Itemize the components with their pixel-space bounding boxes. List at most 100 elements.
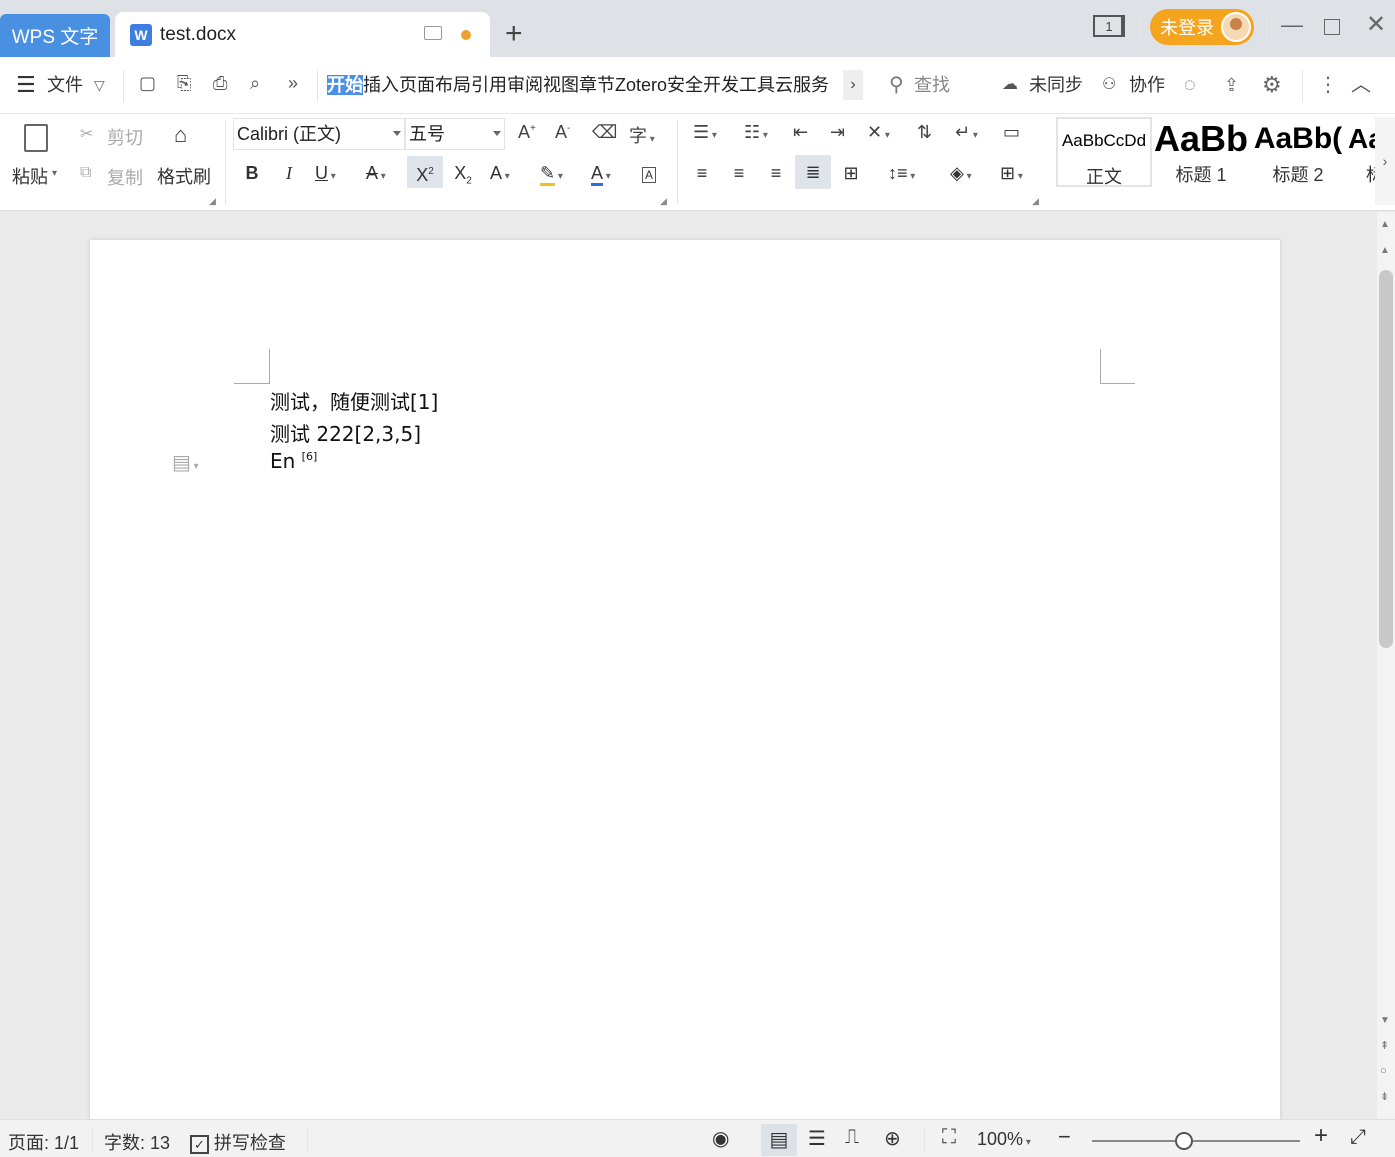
align-left-icon[interactable]: ≡ bbox=[693, 158, 711, 188]
sort-icon[interactable]: ⇅ bbox=[917, 122, 932, 143]
font-size-select[interactable]: 五号 bbox=[405, 118, 505, 150]
new-tab-button[interactable]: + bbox=[505, 17, 523, 51]
tab-home[interactable]: 开始 bbox=[327, 75, 363, 95]
doc-line-1[interactable]: 测试，随便测试[1] bbox=[270, 386, 438, 415]
settings-gear-icon[interactable]: ⚙ bbox=[1262, 70, 1282, 100]
fullscreen-icon[interactable]: ⤢ bbox=[1350, 1126, 1366, 1149]
tab-section[interactable]: 章节 bbox=[579, 75, 615, 95]
align-right-icon[interactable]: ≡ bbox=[767, 158, 785, 188]
search-button[interactable]: 查找 bbox=[914, 70, 950, 100]
hamburger-icon[interactable]: ☰ bbox=[16, 70, 36, 100]
close-icon[interactable]: ✕ bbox=[1361, 10, 1391, 39]
page-indicator[interactable]: 页面: 1/1 bbox=[8, 1129, 79, 1155]
italic-icon[interactable]: I bbox=[280, 158, 298, 188]
tab-page-layout[interactable]: 页面布局 bbox=[399, 75, 471, 95]
font-name-select[interactable]: Calibri (正文) bbox=[233, 118, 405, 150]
tab-view[interactable]: 视图 bbox=[543, 75, 579, 95]
clear-format-icon[interactable]: ⌫ bbox=[592, 122, 617, 143]
shading-icon[interactable]: ◈ ▾ bbox=[950, 158, 990, 188]
dialog-launcher-icon[interactable]: ◢ bbox=[1032, 196, 1039, 207]
select-browse-object-icon[interactable]: ○ bbox=[1380, 1065, 1387, 1077]
numbered-list-icon[interactable]: ☷ ▾ bbox=[744, 122, 768, 143]
tab-references[interactable]: 引用 bbox=[471, 75, 507, 95]
align-center-icon[interactable]: ≡ bbox=[730, 158, 748, 188]
strikethrough-icon[interactable]: A ▾ bbox=[366, 158, 402, 188]
paste-button[interactable]: 粘贴 bbox=[12, 163, 48, 189]
save-icon[interactable]: ▢ bbox=[139, 73, 156, 94]
increase-indent-icon[interactable]: ⇥ bbox=[830, 122, 845, 143]
monitor-icon[interactable] bbox=[424, 26, 442, 40]
zoom-slider-track[interactable] bbox=[1092, 1140, 1300, 1142]
underline-icon[interactable]: U ▾ bbox=[315, 158, 351, 188]
show-marks-icon[interactable]: ↵ ▾ bbox=[955, 122, 978, 143]
dialog-launcher-icon[interactable]: ◢ bbox=[660, 196, 667, 207]
copy-button[interactable]: 复制 bbox=[107, 164, 143, 190]
app-tab[interactable]: WPS 文字 bbox=[0, 14, 110, 57]
paragraph-options-icon[interactable]: ▤ ▾ bbox=[172, 450, 199, 475]
tab-developer[interactable]: 开发工具 bbox=[703, 75, 775, 95]
page-view-icon[interactable]: ▤ bbox=[761, 1124, 797, 1156]
text-effect-icon[interactable]: A ▾ bbox=[490, 158, 526, 188]
tab-cloud[interactable]: 云服务 bbox=[775, 75, 829, 95]
scroll-down-icon[interactable]: ▼ bbox=[1380, 1015, 1390, 1026]
chevron-down-icon[interactable]: ▾ bbox=[52, 168, 57, 179]
line-spacing-icon[interactable]: ↕≡ ▾ bbox=[888, 158, 928, 188]
chinese-layout-icon[interactable]: ✕ ▾ bbox=[867, 122, 890, 143]
word-count[interactable]: 字数: 13 bbox=[104, 1129, 170, 1155]
file-menu[interactable]: 文件 bbox=[47, 70, 83, 100]
previous-page-icon[interactable]: ⇞ bbox=[1380, 1039, 1389, 1052]
zoom-out-icon[interactable]: − bbox=[1058, 1124, 1071, 1150]
minimize-icon[interactable]: — bbox=[1277, 12, 1307, 38]
next-page-icon[interactable]: ⇟ bbox=[1380, 1090, 1389, 1103]
bold-icon[interactable]: B bbox=[243, 158, 261, 188]
style-normal[interactable]: AaBbCcDd 正文 bbox=[1056, 117, 1152, 187]
style-heading-2[interactable]: AaBb( 标题 2 bbox=[1250, 117, 1346, 187]
subscript-icon[interactable]: X2 bbox=[452, 158, 474, 188]
style-heading-1[interactable]: AaBb 标题 1 bbox=[1154, 117, 1248, 187]
tab-review[interactable]: 审阅 bbox=[507, 75, 543, 95]
paste-icon[interactable] bbox=[24, 124, 48, 152]
bullet-list-icon[interactable]: ☰ ▾ bbox=[693, 122, 717, 143]
scrollbar-thumb[interactable] bbox=[1379, 270, 1393, 648]
dialog-launcher-icon[interactable]: ◢ bbox=[209, 196, 216, 207]
more-vertical-icon[interactable]: ⋮ bbox=[1318, 70, 1338, 100]
scroll-up-icon[interactable]: ▲ bbox=[1380, 219, 1390, 230]
zoom-slider-knob[interactable] bbox=[1174, 1132, 1193, 1150]
character-border-icon[interactable]: A bbox=[640, 158, 658, 188]
outline-view-icon[interactable]: ☰ bbox=[808, 1126, 826, 1151]
print-preview-icon[interactable]: ⌕ bbox=[250, 73, 260, 94]
collapse-ribbon-icon[interactable]: ︿ bbox=[1351, 70, 1371, 100]
comment-icon[interactable]: ◌ bbox=[1184, 70, 1196, 100]
zoom-in-icon[interactable]: + bbox=[1314, 1122, 1328, 1150]
scroll-up-icon[interactable]: ▲ bbox=[1380, 245, 1390, 256]
style-heading-3[interactable]: Aa 标 bbox=[1348, 117, 1375, 187]
cut-button[interactable]: 剪切 bbox=[107, 124, 143, 150]
justify-icon[interactable]: ≣ bbox=[795, 155, 831, 189]
share-icon[interactable]: ⇪ bbox=[1224, 70, 1239, 100]
doc-line-3[interactable]: En [6] bbox=[270, 449, 317, 473]
highlight-icon[interactable]: ✎ ▾ bbox=[540, 158, 576, 188]
fit-page-icon[interactable]: ⛶ bbox=[942, 1126, 956, 1149]
search-icon[interactable]: ⚲ bbox=[889, 70, 904, 100]
decrease-indent-icon[interactable]: ⇤ bbox=[793, 122, 808, 143]
distributed-align-icon[interactable]: ⊞ bbox=[842, 158, 860, 188]
more-icon[interactable]: » bbox=[288, 73, 298, 94]
ruler-icon[interactable]: ▭ bbox=[1003, 122, 1020, 143]
web-view-icon[interactable]: ⊕ bbox=[884, 1126, 901, 1151]
styles-scroll-icon[interactable]: › bbox=[1375, 117, 1395, 205]
tabs-scroll-right-icon[interactable]: › bbox=[843, 70, 863, 100]
borders-icon[interactable]: ⊞ ▾ bbox=[1000, 158, 1040, 188]
doc-line-2[interactable]: 测试 222[2,3,5] bbox=[270, 418, 421, 447]
print-icon[interactable]: ⎙ bbox=[213, 73, 227, 94]
maximize-icon[interactable] bbox=[1324, 19, 1340, 35]
login-button[interactable]: 未登录 bbox=[1150, 9, 1254, 45]
format-painter-button[interactable]: 格式刷 bbox=[157, 163, 211, 189]
shrink-font-icon[interactable]: A- bbox=[555, 122, 570, 143]
tab-zotero[interactable]: Zotero bbox=[615, 75, 667, 95]
tab-security[interactable]: 安全 bbox=[667, 75, 703, 95]
eye-protection-icon[interactable]: ◉ bbox=[712, 1126, 729, 1151]
chevron-down-icon[interactable]: ▽ bbox=[94, 70, 105, 100]
grow-font-icon[interactable]: A+ bbox=[518, 122, 536, 143]
zoom-level-select[interactable]: 100% ▾ bbox=[977, 1129, 1031, 1150]
export-pdf-icon[interactable]: ⎘ bbox=[177, 73, 191, 94]
